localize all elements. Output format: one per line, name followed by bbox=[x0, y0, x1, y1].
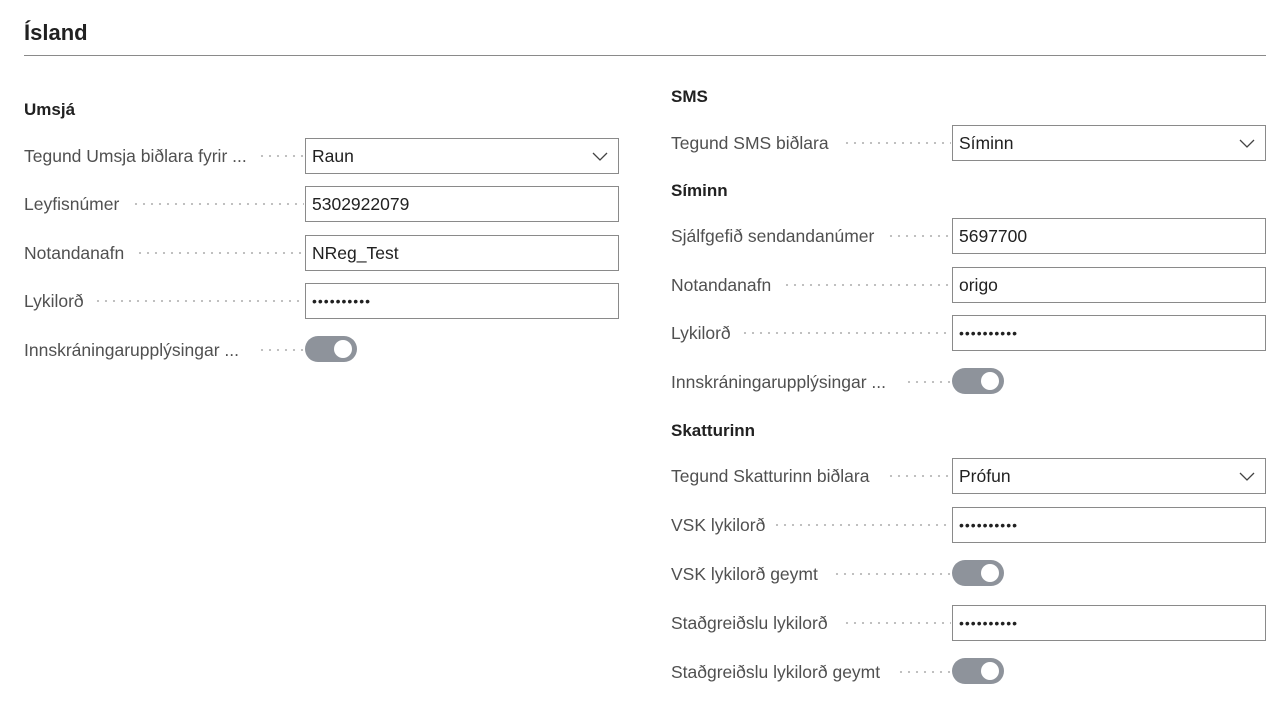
skatturinn-vsk-stored-label[interactable]: VSK lykilorð geymt bbox=[671, 556, 818, 592]
skatturinn-withholding-password-value: •••••••••• bbox=[959, 615, 1019, 631]
umsja-license-row: Leyfisnúmer 5302922079 bbox=[24, 186, 620, 222]
umsja-client-type-row: Tegund Umsja biðlara fyrir ... Raun bbox=[24, 138, 620, 174]
umsja-client-type-label[interactable]: Tegund Umsja biðlara fyrir ... bbox=[24, 138, 247, 174]
siminn-sender-value: 5697700 bbox=[959, 226, 1028, 246]
umsja-license-label[interactable]: Leyfisnúmer bbox=[24, 186, 119, 222]
dotted-leader bbox=[94, 300, 304, 302]
dotted-leader bbox=[741, 332, 951, 334]
siminn-username-input[interactable]: origo bbox=[952, 267, 1266, 303]
page-title: Ísland bbox=[24, 20, 88, 45]
skatturinn-client-type-label[interactable]: Tegund Skatturinn biðlara bbox=[671, 458, 869, 494]
umsja-group-title: Umsjá bbox=[24, 100, 76, 119]
dotted-leader bbox=[887, 235, 951, 237]
umsja-credentials-toggle[interactable] bbox=[305, 336, 357, 362]
toggle-knob bbox=[981, 564, 999, 582]
umsja-credentials-row: Innskráningarupplýsingar ... bbox=[24, 332, 620, 368]
dotted-leader bbox=[905, 381, 951, 383]
skatturinn-withholding-password-label[interactable]: Staðgreiðslu lykilorð bbox=[671, 605, 828, 641]
siminn-group-title: Síminn bbox=[671, 181, 728, 200]
skatturinn-vsk-password-value: •••••••••• bbox=[959, 517, 1019, 533]
skatturinn-vsk-password-input[interactable]: •••••••••• bbox=[952, 507, 1266, 543]
skatturinn-withholding-stored-toggle[interactable] bbox=[952, 658, 1004, 684]
siminn-credentials-label[interactable]: Innskráningarupplýsingar ... bbox=[671, 364, 886, 400]
sms-client-type-value: Síminn bbox=[959, 133, 1014, 153]
umsja-client-type-select[interactable]: Raun bbox=[305, 138, 619, 174]
umsja-password-row: Lykilorð •••••••••• bbox=[24, 283, 620, 319]
sms-client-type-label[interactable]: Tegund SMS biðlara bbox=[671, 125, 829, 161]
umsja-credentials-label[interactable]: Innskráningarupplýsingar ... bbox=[24, 332, 239, 368]
umsja-license-value: 5302922079 bbox=[312, 194, 410, 214]
skatturinn-client-type-select[interactable]: Prófun bbox=[952, 458, 1266, 494]
dotted-leader bbox=[833, 573, 951, 575]
dotted-leader bbox=[887, 475, 951, 477]
toggle-knob bbox=[981, 662, 999, 680]
skatturinn-client-type-value: Prófun bbox=[959, 466, 1011, 486]
siminn-username-value: origo bbox=[959, 275, 998, 295]
title-divider bbox=[24, 55, 1266, 56]
dotted-leader bbox=[773, 524, 951, 526]
sms-client-type-row: Tegund SMS biðlara Síminn bbox=[671, 125, 1267, 161]
dotted-leader bbox=[843, 142, 951, 144]
skatturinn-withholding-stored-row: Staðgreiðslu lykilorð geymt bbox=[671, 654, 1267, 690]
sms-group-title: SMS bbox=[671, 87, 708, 106]
siminn-sender-row: Sjálfgefið sendandanúmer 5697700 bbox=[671, 218, 1267, 254]
siminn-username-row: Notandanafn origo bbox=[671, 267, 1267, 303]
umsja-username-label[interactable]: Notandanafn bbox=[24, 235, 124, 271]
chevron-down-icon[interactable] bbox=[592, 149, 608, 163]
siminn-sender-input[interactable]: 5697700 bbox=[952, 218, 1266, 254]
dotted-leader bbox=[136, 252, 304, 254]
dotted-leader bbox=[258, 349, 304, 351]
skatturinn-vsk-password-label[interactable]: VSK lykilorð bbox=[671, 507, 765, 543]
siminn-password-value: •••••••••• bbox=[959, 325, 1019, 341]
siminn-password-row: Lykilorð •••••••••• bbox=[671, 315, 1267, 351]
siminn-sender-label[interactable]: Sjálfgefið sendandanúmer bbox=[671, 218, 874, 254]
dotted-leader bbox=[783, 284, 951, 286]
umsja-license-input[interactable]: 5302922079 bbox=[305, 186, 619, 222]
toggle-knob bbox=[334, 340, 352, 358]
umsja-username-value: NReg_Test bbox=[312, 243, 399, 263]
umsja-username-row: Notandanafn NReg_Test bbox=[24, 235, 620, 271]
skatturinn-vsk-stored-toggle[interactable] bbox=[952, 560, 1004, 586]
skatturinn-withholding-password-input[interactable]: •••••••••• bbox=[952, 605, 1266, 641]
dotted-leader bbox=[258, 155, 304, 157]
chevron-down-icon[interactable] bbox=[1239, 469, 1255, 483]
siminn-credentials-toggle[interactable] bbox=[952, 368, 1004, 394]
siminn-username-label[interactable]: Notandanafn bbox=[671, 267, 771, 303]
skatturinn-withholding-stored-label[interactable]: Staðgreiðslu lykilorð geymt bbox=[671, 654, 880, 690]
umsja-client-type-value: Raun bbox=[312, 146, 354, 166]
dotted-leader bbox=[843, 622, 951, 624]
umsja-password-input[interactable]: •••••••••• bbox=[305, 283, 619, 319]
siminn-password-label[interactable]: Lykilorð bbox=[671, 315, 731, 351]
umsja-username-input[interactable]: NReg_Test bbox=[305, 235, 619, 271]
chevron-down-icon[interactable] bbox=[1239, 136, 1255, 150]
skatturinn-vsk-password-row: VSK lykilorð •••••••••• bbox=[671, 507, 1267, 543]
dotted-leader bbox=[897, 671, 951, 673]
skatturinn-withholding-password-row: Staðgreiðslu lykilorð •••••••••• bbox=[671, 605, 1267, 641]
skatturinn-client-type-row: Tegund Skatturinn biðlara Prófun bbox=[671, 458, 1267, 494]
sms-client-type-select[interactable]: Síminn bbox=[952, 125, 1266, 161]
umsja-password-label[interactable]: Lykilorð bbox=[24, 283, 84, 319]
siminn-credentials-row: Innskráningarupplýsingar ... bbox=[671, 364, 1267, 400]
toggle-knob bbox=[981, 372, 999, 390]
umsja-password-value: •••••••••• bbox=[312, 293, 372, 309]
skatturinn-vsk-stored-row: VSK lykilorð geymt bbox=[671, 556, 1267, 592]
skatturinn-group-title: Skatturinn bbox=[671, 421, 756, 440]
siminn-password-input[interactable]: •••••••••• bbox=[952, 315, 1266, 351]
dotted-leader bbox=[132, 203, 304, 205]
